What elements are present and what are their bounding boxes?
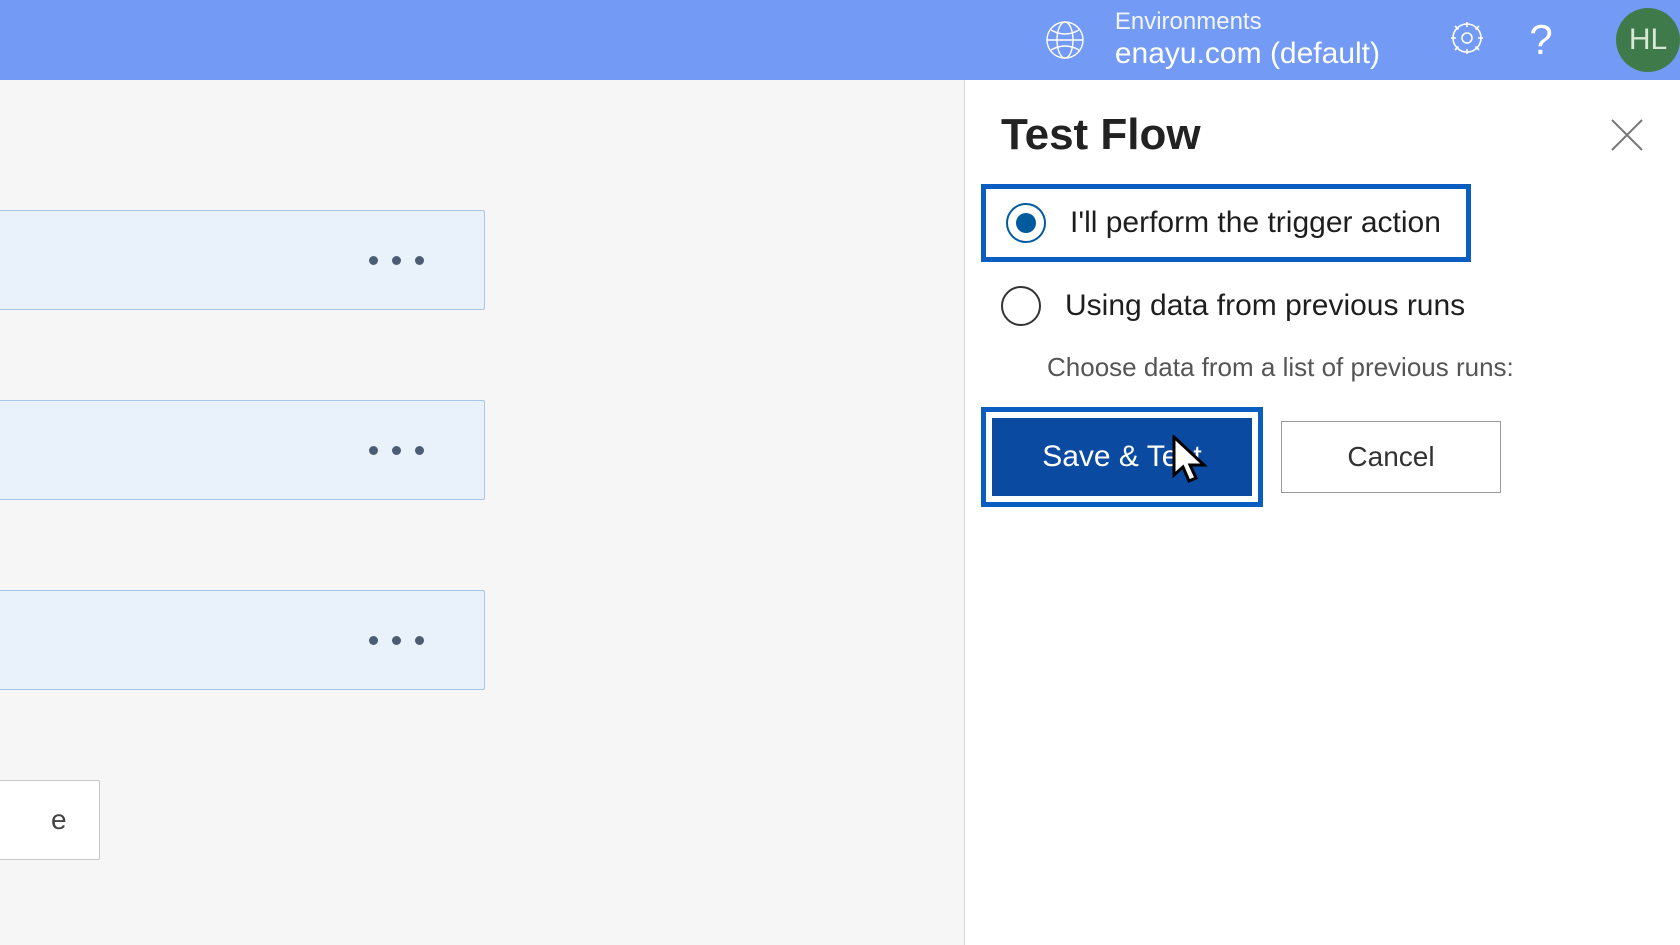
question-icon: ? — [1529, 16, 1552, 64]
panel-title: Test Flow — [965, 80, 1680, 184]
flow-step-card[interactable] — [0, 400, 485, 500]
globe-icon — [1043, 18, 1087, 62]
environment-name: enayu.com (default) — [1115, 36, 1380, 72]
flow-step-card[interactable] — [0, 590, 485, 690]
user-avatar[interactable]: HL — [1616, 8, 1680, 72]
flow-designer-canvas: e — [0, 80, 965, 945]
environment-label: Environments — [1115, 8, 1380, 37]
ellipsis-icon[interactable] — [369, 446, 424, 455]
ellipsis-icon[interactable] — [369, 636, 424, 645]
highlight-frame: Save & Test — [981, 407, 1263, 507]
button-label: Cancel — [1347, 441, 1434, 473]
radio-option-perform-trigger[interactable]: I'll perform the trigger action — [981, 184, 1471, 262]
radio-label: Using data from previous runs — [1065, 289, 1465, 323]
add-step-label: e — [51, 804, 67, 836]
add-step-button[interactable]: e — [0, 780, 100, 860]
cancel-button[interactable]: Cancel — [1281, 421, 1501, 493]
save-and-test-button[interactable]: Save & Test — [992, 418, 1252, 496]
radio-icon — [1006, 203, 1046, 243]
avatar-initials: HL — [1629, 23, 1667, 57]
settings-button[interactable] — [1440, 13, 1494, 67]
radio-option-previous-runs[interactable]: Using data from previous runs — [981, 272, 1680, 340]
radio-icon — [1001, 286, 1041, 326]
button-label: Save & Test — [1042, 440, 1202, 474]
app-header: Environments enayu.com (default) ? HL — [0, 0, 1680, 80]
radio-label: I'll perform the trigger action — [1070, 206, 1441, 240]
close-button[interactable] — [1608, 116, 1646, 159]
panel-button-row: Save & Test Cancel — [981, 407, 1680, 507]
test-flow-panel: Test Flow I'll perform the trigger actio… — [965, 80, 1680, 945]
gear-icon — [1447, 18, 1487, 63]
environment-picker[interactable]: Environments enayu.com (default) — [1043, 8, 1380, 73]
help-button[interactable]: ? — [1514, 13, 1568, 67]
close-icon — [1608, 141, 1646, 158]
ellipsis-icon[interactable] — [369, 256, 424, 265]
radio-option-subtext: Choose data from a list of previous runs… — [965, 350, 1680, 403]
flow-step-card[interactable] — [0, 210, 485, 310]
